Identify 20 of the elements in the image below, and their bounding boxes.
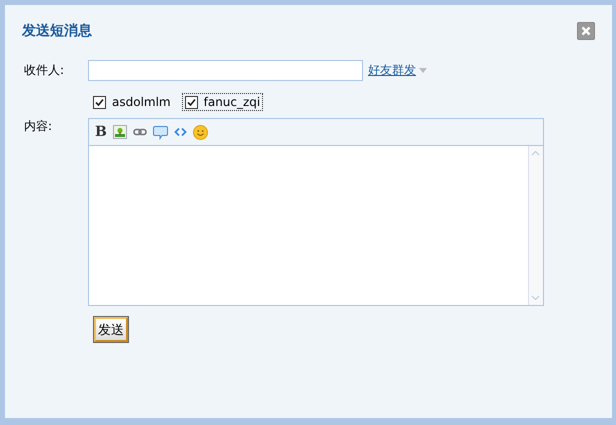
code-icon[interactable] — [174, 126, 187, 138]
field-label: 收件人: — [23, 62, 66, 79]
checkbox[interactable] — [184, 96, 198, 108]
recipient-field[interactable] — [88, 60, 363, 81]
image-icon[interactable] — [112, 125, 127, 139]
checkbox[interactable] — [93, 96, 106, 108]
friends-link[interactable]: 好友群发 — [368, 62, 416, 79]
checkbox-option[interactable]: asdolmlm — [91, 94, 173, 110]
smiley-icon[interactable] — [192, 124, 208, 140]
close-button[interactable] — [577, 22, 595, 40]
caret-icon[interactable] — [419, 68, 427, 73]
dialog-title: 发送短消息 — [22, 22, 92, 40]
field-label: 内容: — [23, 118, 54, 135]
speech-bubble-icon[interactable] — [152, 124, 168, 140]
bold-button[interactable]: B — [95, 124, 107, 140]
friend-name[interactable]: fanuc_zqi — [204, 95, 260, 109]
checkbox-option[interactable]: fanuc_zqi — [182, 94, 262, 110]
friend-name[interactable]: asdolmlm — [112, 95, 171, 109]
close-icon — [581, 26, 591, 36]
send-button[interactable]: 发送 — [94, 317, 128, 342]
